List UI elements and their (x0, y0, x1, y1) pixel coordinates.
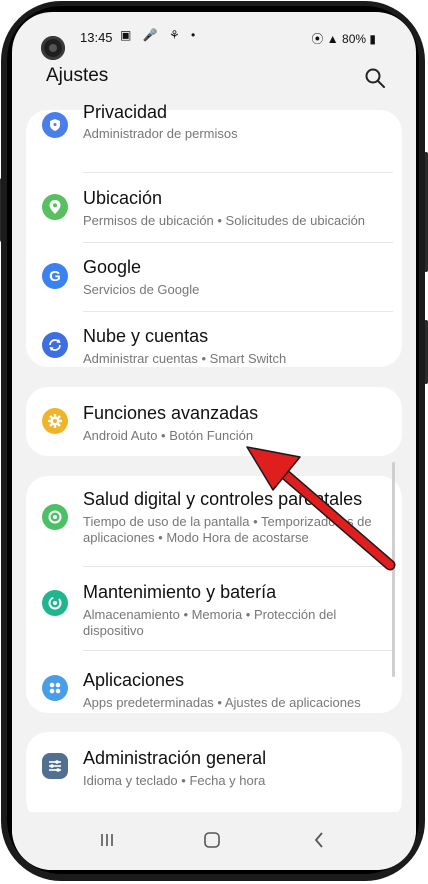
item-subtitle: Administrar cuentas • Smart Switch (83, 351, 287, 366)
notification-icons: ▣ 🎤 ⚘ • (120, 28, 200, 42)
item-title: Salud digital y controles parentales (83, 489, 363, 509)
item-title: Funciones avanzadas (83, 403, 259, 423)
item-title: Google (83, 257, 142, 277)
back-icon (314, 832, 323, 848)
hotspot-icon: ⦿ (311, 32, 324, 46)
item-title: Administración general (83, 748, 267, 768)
divider (83, 566, 393, 567)
apps-icon (42, 675, 68, 701)
divider (83, 242, 393, 243)
home-button[interactable] (197, 828, 227, 852)
page-title: Ajustes (46, 65, 109, 86)
divider (83, 172, 393, 173)
divider (83, 650, 393, 651)
item-subtitle: Apps predeterminadas • Ajustes de aplica… (83, 695, 361, 710)
settings-item-nube-cuentas[interactable]: Nube y cuentas Administrar cuentas • Sma… (26, 314, 402, 382)
item-subtitle: Tiempo de uso de la pantalla • Temporiza… (83, 514, 372, 545)
settings-item-ubicacion[interactable]: Ubicación Permisos de ubicación • Solici… (26, 176, 402, 244)
digital-wellbeing-icon (42, 504, 68, 530)
item-subtitle: Almacenamiento • Memoria • Protección de… (83, 607, 337, 638)
device-care-icon (42, 590, 68, 616)
settings-item-funciones-avanzadas[interactable]: Funciones avanzadas Android Auto • Botón… (26, 387, 402, 455)
item-subtitle: Servicios de Google (83, 282, 200, 297)
battery-percent: 80% (342, 32, 367, 46)
item-subtitle: Android Auto • Botón Función (83, 428, 254, 443)
divider (83, 311, 393, 312)
item-title: Privacidad (83, 102, 168, 122)
settings-item-google[interactable]: G Google Servicios de Google (26, 245, 402, 313)
location-pin-icon (42, 194, 68, 220)
google-icon: G (42, 263, 68, 289)
settings-card-3: Salud digital y controles parentales Tie… (26, 476, 402, 713)
sliders-icon (42, 753, 68, 779)
settings-item-privacidad[interactable]: Privacidad Administrador de permisos (26, 102, 402, 170)
phone-frame: 13:45 ▣ 🎤 ⚘ • ⦿ ▲ 80% ▮ Ajustes Privacid… (0, 0, 428, 884)
front-camera (41, 36, 65, 60)
item-title: Nube y cuentas (83, 326, 209, 346)
settings-item-mantenimiento[interactable]: Mantenimiento y batería Almacenamiento •… (26, 570, 402, 650)
back-button[interactable] (304, 828, 334, 852)
item-subtitle: Administrador de permisos (83, 126, 238, 141)
status-right: ⦿ ▲ 80% ▮ (311, 30, 376, 47)
scrollbar[interactable] (392, 462, 395, 677)
settings-item-administracion-general[interactable]: Administración general Idioma y teclado … (26, 732, 402, 800)
signal-icon: ▲ (326, 32, 339, 46)
item-subtitle: Idioma y teclado • Fecha y hora (83, 773, 266, 788)
settings-card-2: Funciones avanzadas Android Auto • Botón… (26, 387, 402, 456)
navigation-bar (12, 812, 416, 870)
item-subtitle: Permisos de ubicación • Solicitudes de u… (83, 213, 366, 228)
settings-item-aplicaciones[interactable]: Aplicaciones Apps predeterminadas • Ajus… (26, 654, 402, 722)
battery-icon: ▮ (369, 32, 376, 46)
home-icon (204, 832, 220, 848)
gear-icon (42, 408, 68, 434)
shield-icon (42, 112, 68, 138)
item-title: Ubicación (83, 188, 163, 208)
item-title: Mantenimiento y batería (83, 582, 277, 602)
settings-card-4: Administración general Idioma y teclado … (26, 732, 402, 822)
settings-item-salud-digital[interactable]: Salud digital y controles parentales Tie… (26, 476, 402, 560)
recent-apps-button[interactable] (92, 828, 122, 852)
recents-icon (101, 834, 113, 846)
search-icon[interactable] (364, 67, 386, 89)
status-time: 13:45 (80, 30, 113, 45)
status-bar: 13:45 ▣ 🎤 ⚘ • ⦿ ▲ 80% ▮ (12, 26, 416, 50)
settings-card-1: Privacidad Administrador de permisos Ubi… (26, 102, 402, 367)
screen: 13:45 ▣ 🎤 ⚘ • ⦿ ▲ 80% ▮ Ajustes Privacid… (12, 12, 416, 870)
sync-icon (42, 332, 68, 358)
item-title: Aplicaciones (83, 670, 185, 690)
